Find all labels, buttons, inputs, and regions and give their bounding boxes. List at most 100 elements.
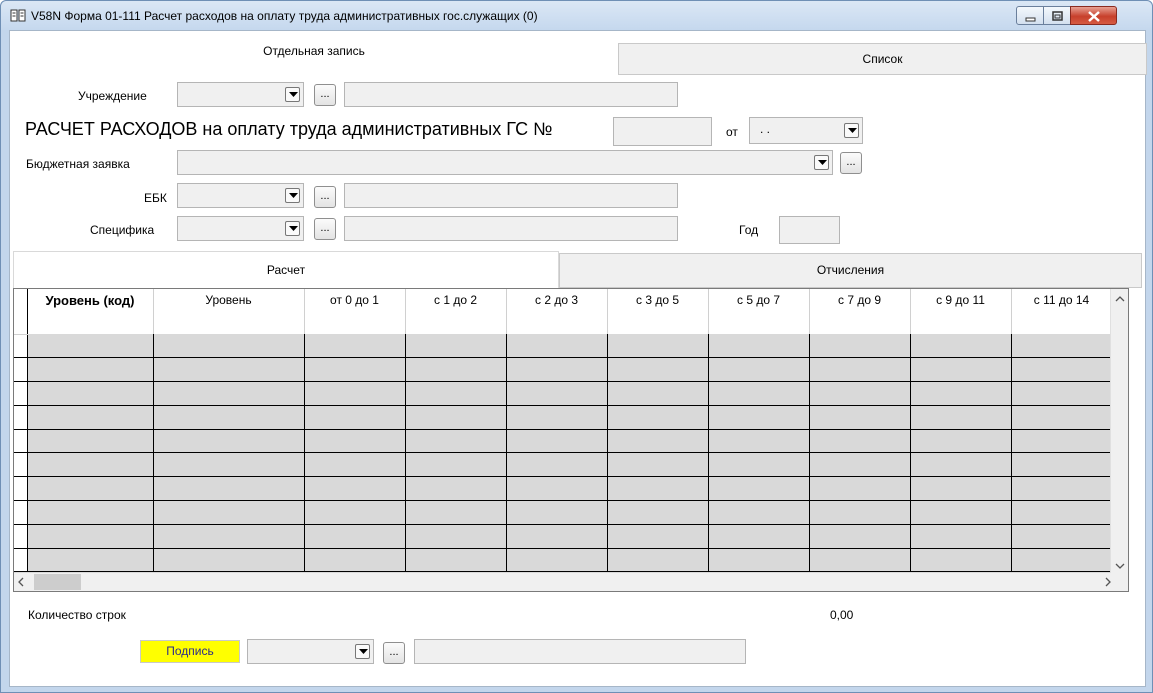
table-cell[interactable]: [405, 476, 507, 502]
table-cell[interactable]: [153, 476, 305, 502]
table-cell[interactable]: [708, 524, 810, 549]
table-cell[interactable]: [708, 500, 810, 525]
table-cell[interactable]: [304, 524, 406, 549]
tab-list[interactable]: Список: [618, 43, 1147, 75]
chevron-down-icon[interactable]: [814, 155, 829, 170]
row-header-cell[interactable]: [14, 381, 28, 406]
table-cell[interactable]: [27, 476, 154, 502]
table-cell[interactable]: [1011, 357, 1113, 383]
row-header-cell[interactable]: [14, 357, 28, 383]
table-cell[interactable]: [910, 357, 1012, 383]
row-header-cell[interactable]: [14, 548, 28, 573]
column-header-9-11[interactable]: с 9 до 11: [910, 289, 1012, 334]
horizontal-scrollbar[interactable]: [14, 573, 1128, 591]
table-cell[interactable]: [910, 429, 1012, 454]
column-header-7-9[interactable]: с 7 до 9: [809, 289, 911, 334]
table-row[interactable]: [14, 476, 1113, 502]
table-cell[interactable]: [1011, 476, 1113, 502]
table-cell[interactable]: [910, 381, 1012, 406]
minimize-button[interactable]: [1016, 6, 1044, 25]
table-cell[interactable]: [607, 357, 709, 383]
table-cell[interactable]: [910, 524, 1012, 549]
table-cell[interactable]: [708, 334, 810, 359]
table-cell[interactable]: [607, 524, 709, 549]
table-cell[interactable]: [506, 429, 608, 454]
table-row[interactable]: [14, 334, 1113, 359]
row-header-cell[interactable]: [14, 500, 28, 525]
budget-request-browse-button[interactable]: ...: [840, 152, 862, 174]
column-header-2-3[interactable]: с 2 до 3: [506, 289, 608, 334]
table-cell[interactable]: [304, 548, 406, 573]
table-row[interactable]: [14, 357, 1113, 383]
table-cell[interactable]: [304, 405, 406, 430]
table-cell[interactable]: [1011, 381, 1113, 406]
table-cell[interactable]: [506, 405, 608, 430]
calculation-grid[interactable]: Уровень (код) Уровень от 0 до 1 с 1 до 2…: [13, 288, 1129, 592]
title-bar[interactable]: V58N Форма 01-111 Расчет расходов на опл…: [1, 1, 1152, 30]
table-cell[interactable]: [405, 381, 507, 406]
vertical-scrollbar[interactable]: [1110, 289, 1128, 574]
close-button[interactable]: [1070, 6, 1117, 25]
column-header-1-2[interactable]: с 1 до 2: [405, 289, 507, 334]
column-header-level-code[interactable]: Уровень (код): [27, 289, 154, 334]
table-cell[interactable]: [153, 429, 305, 454]
column-header-0-1[interactable]: от 0 до 1: [304, 289, 406, 334]
table-cell[interactable]: [809, 548, 911, 573]
table-cell[interactable]: [506, 500, 608, 525]
table-cell[interactable]: [405, 548, 507, 573]
table-cell[interactable]: [304, 476, 406, 502]
table-cell[interactable]: [304, 500, 406, 525]
row-header-cell[interactable]: [14, 429, 28, 454]
table-cell[interactable]: [1011, 334, 1113, 359]
table-cell[interactable]: [27, 548, 154, 573]
chevron-down-icon[interactable]: [285, 221, 300, 236]
maximize-button[interactable]: [1043, 6, 1071, 25]
table-cell[interactable]: [405, 334, 507, 359]
table-cell[interactable]: [153, 334, 305, 359]
table-row[interactable]: [14, 500, 1113, 525]
table-cell[interactable]: [27, 524, 154, 549]
table-cell[interactable]: [708, 429, 810, 454]
table-cell[interactable]: [304, 429, 406, 454]
table-cell[interactable]: [809, 334, 911, 359]
table-cell[interactable]: [405, 429, 507, 454]
ebk-browse-button[interactable]: ...: [314, 186, 336, 208]
table-cell[interactable]: [153, 548, 305, 573]
table-cell[interactable]: [153, 357, 305, 383]
row-header-cell[interactable]: [14, 405, 28, 430]
tab-calculation[interactable]: Расчет: [13, 251, 559, 288]
column-header-5-7[interactable]: с 5 до 7: [708, 289, 810, 334]
ebk-name-field[interactable]: [344, 183, 678, 208]
table-cell[interactable]: [27, 452, 154, 478]
sign-button[interactable]: Подпись: [140, 640, 240, 663]
table-cell[interactable]: [27, 500, 154, 525]
table-cell[interactable]: [506, 476, 608, 502]
table-cell[interactable]: [607, 476, 709, 502]
table-cell[interactable]: [27, 334, 154, 359]
table-cell[interactable]: [809, 357, 911, 383]
table-cell[interactable]: [607, 334, 709, 359]
table-row[interactable]: [14, 524, 1113, 549]
table-cell[interactable]: [809, 524, 911, 549]
table-cell[interactable]: [506, 357, 608, 383]
table-cell[interactable]: [27, 429, 154, 454]
row-header-cell[interactable]: [14, 334, 28, 359]
table-cell[interactable]: [506, 452, 608, 478]
chevron-down-icon[interactable]: [844, 123, 859, 138]
specifics-name-field[interactable]: [344, 216, 678, 241]
table-cell[interactable]: [607, 500, 709, 525]
table-cell[interactable]: [708, 405, 810, 430]
table-cell[interactable]: [708, 452, 810, 478]
tab-single-record[interactable]: Отдельная запись: [10, 31, 618, 73]
table-row[interactable]: [14, 381, 1113, 406]
table-cell[interactable]: [910, 476, 1012, 502]
specifics-combo[interactable]: [177, 216, 304, 241]
table-row[interactable]: [14, 405, 1113, 430]
budget-request-combo[interactable]: [177, 150, 833, 175]
tab-deductions[interactable]: Отчисления: [559, 253, 1142, 288]
table-cell[interactable]: [153, 405, 305, 430]
signer-combo[interactable]: [247, 639, 374, 664]
column-header-11-14[interactable]: с 11 до 14: [1011, 289, 1113, 334]
table-cell[interactable]: [910, 334, 1012, 359]
specifics-browse-button[interactable]: ...: [314, 218, 336, 240]
